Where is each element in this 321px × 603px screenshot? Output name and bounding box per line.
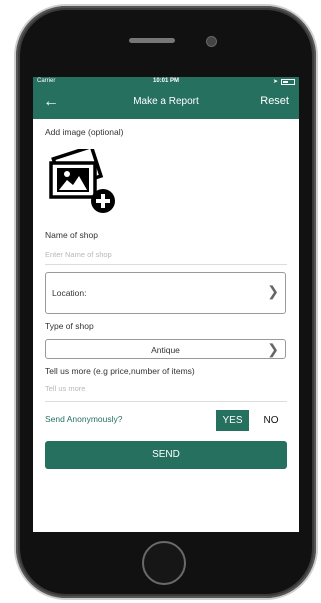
shop-type-selector[interactable]: Antique ❯ — [45, 339, 286, 359]
battery-icon — [281, 78, 295, 85]
speaker-grille — [129, 38, 175, 43]
more-info-underline — [45, 401, 287, 402]
add-image-icon[interactable] — [47, 149, 117, 215]
shop-type-label: Type of shop — [45, 321, 94, 331]
send-button[interactable]: SEND — [45, 441, 287, 469]
location-label: Location: — [52, 288, 87, 298]
location-arrow-icon: ➤ — [272, 79, 278, 85]
status-bar: Carrier 10:01 PM ➤ — [33, 77, 299, 87]
more-info-label: Tell us more (e.g price,number of items) — [45, 366, 195, 376]
front-camera — [206, 36, 217, 47]
nav-bar: ← Make a Report Reset — [33, 87, 299, 119]
shop-name-underline — [45, 264, 287, 265]
reset-button[interactable]: Reset — [260, 95, 289, 107]
clock: 10:01 PM — [152, 78, 179, 84]
yes-button[interactable]: YES — [216, 410, 249, 431]
more-info-input[interactable]: Tell us more — [45, 384, 85, 393]
chevron-right-icon: ❯ — [267, 283, 279, 299]
shop-name-input[interactable]: Enter Name of shop — [45, 250, 112, 259]
no-button[interactable]: NO — [257, 410, 285, 431]
anonymous-label: Send Anonymously? — [45, 414, 123, 424]
shop-name-label: Name of shop — [45, 230, 98, 240]
app-screen: Carrier 10:01 PM ➤ ← Make a Report Reset… — [33, 77, 299, 532]
shop-type-value: Antique — [151, 345, 180, 355]
chevron-right-icon: ❯ — [267, 341, 279, 357]
location-selector[interactable]: Location: ❯ — [45, 272, 286, 314]
add-image-label: Add image (optional) — [45, 127, 124, 137]
home-button[interactable] — [142, 541, 186, 585]
page-title: Make a Report — [133, 96, 199, 107]
